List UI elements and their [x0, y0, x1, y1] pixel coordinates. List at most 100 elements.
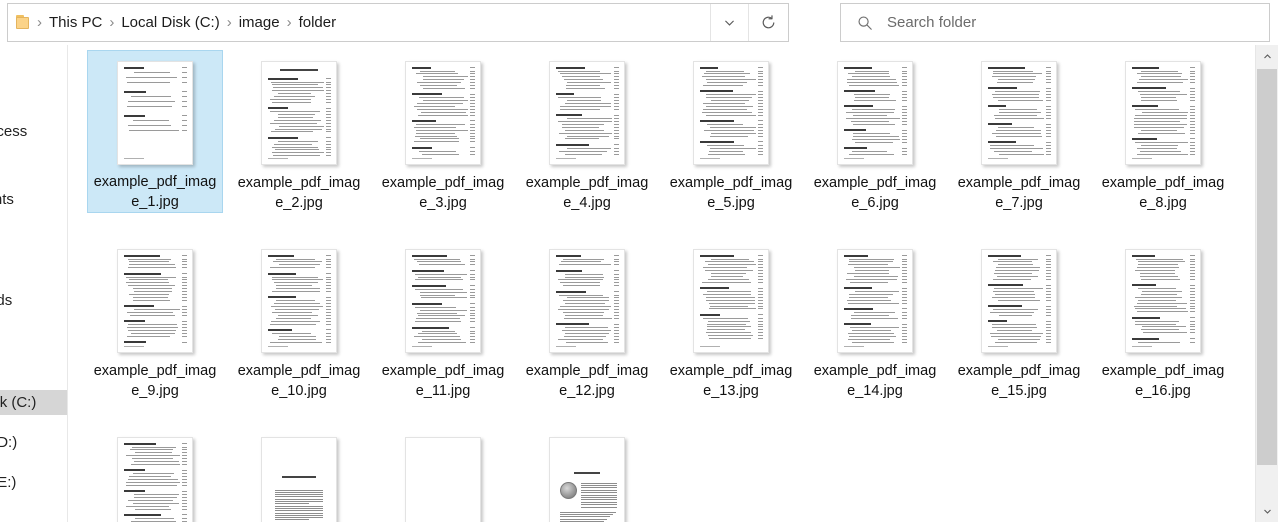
file-thumbnail-image [837, 60, 913, 165]
sidebar-item-pictures[interactable]: Pictures [0, 248, 67, 273]
file-tile[interactable]: example_pdf_image_4.jpg [519, 50, 655, 213]
breadcrumb-item-local-disk[interactable]: Local Disk (C:) [116, 12, 224, 33]
file-thumbnail-image [549, 248, 625, 353]
breadcrumb-item-folder[interactable]: folder [294, 12, 342, 33]
file-thumbnail [951, 240, 1087, 361]
file-tile[interactable]: example_pdf_image_11.jpg [375, 238, 511, 401]
file-thumbnail [87, 428, 223, 522]
file-name-label: example_pdf_image_13.jpg [669, 363, 793, 399]
file-thumbnail-image [261, 248, 337, 353]
search-box[interactable] [840, 3, 1270, 42]
file-thumbnail [1095, 52, 1231, 173]
file-thumbnail-image [1125, 60, 1201, 165]
file-thumbnail-image [981, 248, 1057, 353]
file-thumbnail-image [1125, 248, 1201, 353]
file-tile[interactable]: example_pdf_image_13.jpg [663, 238, 799, 401]
sidebar-item-label: Quick access [0, 123, 28, 140]
scrollbar-up-button[interactable] [1256, 45, 1278, 67]
file-list-view[interactable]: example_pdf_image_1.jpg example_pdf_image… [69, 45, 1255, 522]
vertical-scrollbar[interactable] [1255, 45, 1278, 522]
file-thumbnail-image [117, 248, 193, 353]
file-name-label: example_pdf_image_10.jpg [237, 363, 361, 399]
sidebar-item-local-disk-c[interactable]: Local Disk (C:) [0, 390, 67, 415]
file-thumbnail [807, 52, 943, 173]
file-tile[interactable]: example_pdf_image_19.jpg [375, 426, 511, 522]
file-thumbnail-image [405, 60, 481, 165]
file-name-label: example_pdf_image_16.jpg [1101, 363, 1225, 399]
file-thumbnail [519, 52, 655, 173]
breadcrumb-separator [285, 14, 294, 31]
file-tile[interactable]: example_pdf_image_3.jpg [375, 50, 511, 213]
file-thumbnail [519, 428, 655, 522]
address-bar[interactable]: This PC Local Disk (C:) image folder [7, 3, 789, 42]
file-name-label: example_pdf_image_3.jpg [381, 175, 505, 211]
file-name-label: example_pdf_image_15.jpg [957, 363, 1081, 399]
search-icon [858, 15, 872, 30]
file-thumbnail [375, 240, 511, 361]
file-tile[interactable]: example_pdf_image_18.jpg [231, 426, 367, 522]
file-thumbnail [231, 240, 367, 361]
file-name-label: example_pdf_image_5.jpg [669, 175, 793, 211]
file-tile[interactable]: example_pdf_image_15.jpg [951, 238, 1087, 401]
file-tile[interactable]: example_pdf_image_9.jpg [87, 238, 223, 401]
refresh-icon [762, 15, 775, 29]
breadcrumb-separator [225, 14, 234, 31]
file-name-label: example_pdf_image_7.jpg [957, 175, 1081, 211]
file-name-label: example_pdf_image_8.jpg [1101, 175, 1225, 211]
file-tile[interactable]: example_pdf_image_7.jpg [951, 50, 1087, 213]
breadcrumb-separator [35, 14, 44, 31]
file-thumbnail-image [261, 60, 337, 165]
file-tile[interactable]: example_pdf_image_2.jpg [231, 50, 367, 213]
file-tile[interactable]: example_pdf_image_20.jpg [519, 426, 655, 522]
sidebar-item-volume-e[interactable]: Volume (E:) [0, 470, 67, 495]
breadcrumb-separator [107, 14, 116, 31]
sidebar-item-quick-access[interactable]: Quick access [0, 119, 67, 144]
refresh-button[interactable] [748, 4, 788, 41]
scrollbar-down-button[interactable] [1256, 500, 1278, 522]
file-thumbnail-image [405, 436, 481, 522]
sidebar-item-label: Volume (D:) [0, 434, 18, 451]
file-thumbnail [807, 240, 943, 361]
explorer-toolbar: This PC Local Disk (C:) image folder [0, 0, 1278, 45]
sidebar-item-volume-d[interactable]: Volume (D:) [0, 430, 67, 455]
file-thumbnail-image [549, 436, 625, 522]
file-thumbnail-image [549, 60, 625, 165]
scrollbar-thumb[interactable] [1257, 69, 1277, 465]
file-thumbnail [663, 240, 799, 361]
file-tile[interactable]: example_pdf_image_12.jpg [519, 238, 655, 401]
file-thumbnail-image [837, 248, 913, 353]
sidebar-item-label: Volume (E:) [0, 474, 17, 491]
breadcrumb[interactable]: This PC Local Disk (C:) image folder [8, 4, 710, 41]
file-name-label: example_pdf_image_12.jpg [525, 363, 649, 399]
file-thumbnail-image [117, 436, 193, 522]
file-thumbnail-image [117, 60, 193, 165]
breadcrumb-item-this-pc[interactable]: This PC [44, 12, 107, 33]
file-tile[interactable]: example_pdf_image_1.jpg [87, 50, 223, 213]
file-tile[interactable]: example_pdf_image_8.jpg [1095, 50, 1231, 213]
file-thumbnail [231, 52, 367, 173]
file-tile[interactable]: example_pdf_image_6.jpg [807, 50, 943, 213]
address-history-dropdown-button[interactable] [710, 4, 748, 41]
file-thumbnail [87, 240, 223, 361]
file-thumbnail [663, 52, 799, 173]
file-thumbnail [375, 428, 511, 522]
file-tile[interactable]: example_pdf_image_14.jpg [807, 238, 943, 401]
file-thumbnail [231, 428, 367, 522]
sidebar-item-label: Documents [0, 191, 14, 208]
search-input[interactable] [885, 9, 1245, 36]
file-name-label: example_pdf_image_14.jpg [813, 363, 937, 399]
navigation-pane[interactable]: Quick access Documents Pictures Downloads Lo… [0, 45, 68, 522]
file-name-label: example_pdf_image_6.jpg [813, 175, 937, 211]
sidebar-item-documents[interactable]: Documents [0, 187, 67, 212]
chevron-up-icon [1263, 53, 1271, 58]
file-tile[interactable]: example_pdf_image_16.jpg [1095, 238, 1231, 401]
file-tile[interactable]: example_pdf_image_10.jpg [231, 238, 367, 401]
file-thumbnail-image [693, 248, 769, 353]
file-tile[interactable]: example_pdf_image_17.jpg [87, 426, 223, 522]
file-thumbnail-image [693, 60, 769, 165]
file-thumbnail-image [405, 248, 481, 353]
breadcrumb-item-image[interactable]: image [234, 12, 285, 33]
sidebar-item-downloads[interactable]: Downloads [0, 288, 67, 313]
file-tile[interactable]: example_pdf_image_5.jpg [663, 50, 799, 213]
file-name-label: example_pdf_image_4.jpg [525, 175, 649, 211]
